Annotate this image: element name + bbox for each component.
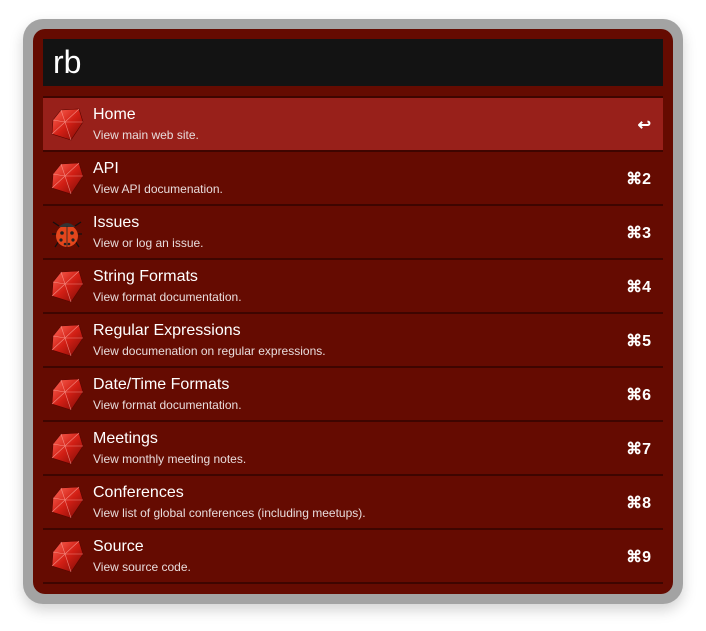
shortcut-label: ⌘2 (626, 171, 651, 188)
result-item[interactable]: Source View source code. ⌘9 (43, 528, 663, 584)
shortcut-label: ⌘5 (626, 333, 651, 350)
result-title: Meetings (93, 430, 158, 447)
result-item[interactable]: Meetings View monthly meeting notes. ⌘7 (43, 420, 663, 474)
shortcut-label: ↩ (637, 117, 651, 134)
result-item[interactable]: Regular Expressions View documenation on… (43, 312, 663, 366)
result-title: Regular Expressions (93, 322, 241, 339)
result-title: API (93, 160, 119, 177)
result-item[interactable]: Conferences View list of global conferen… (43, 474, 663, 528)
ruby-icon (49, 322, 85, 358)
result-subtitle: View format documentation. (93, 290, 242, 304)
result-title: Issues (93, 214, 140, 231)
result-title: Date/Time Formats (93, 376, 230, 393)
shortcut-label: ⌘6 (626, 387, 651, 404)
result-title: Conferences (93, 484, 184, 501)
shortcut-label: ⌘9 (626, 549, 651, 566)
ruby-icon (49, 160, 85, 196)
result-item[interactable]: API View API documenation. ⌘2 (43, 150, 663, 204)
result-title: Source (93, 538, 144, 555)
result-subtitle: View API documenation. (93, 182, 223, 196)
result-item[interactable]: Home View main web site. ↩ (43, 96, 663, 150)
result-subtitle: View list of global conferences (includi… (93, 506, 366, 520)
ruby-icon (49, 484, 85, 520)
result-subtitle: View documenation on regular expressions… (93, 344, 326, 358)
result-subtitle: View format documentation. (93, 398, 242, 412)
result-item[interactable]: String Formats View format documentation… (43, 258, 663, 312)
shortcut-label: ⌘7 (626, 441, 651, 458)
shortcut-label: ⌘3 (626, 225, 651, 242)
ruby-icon (49, 376, 85, 412)
ruby-icon (49, 430, 85, 466)
result-subtitle: View main web site. (93, 128, 199, 142)
ruby-icon (49, 106, 85, 142)
result-title: String Formats (93, 268, 198, 285)
ruby-icon (49, 268, 85, 304)
launcher-panel: rb Home View main web site. ↩ API View A… (33, 29, 673, 594)
ladybug-icon (49, 214, 85, 250)
result-subtitle: View source code. (93, 560, 191, 574)
result-title: Home (93, 106, 136, 123)
result-subtitle: View or log an issue. (93, 236, 204, 250)
result-item[interactable]: Date/Time Formats View format documentat… (43, 366, 663, 420)
ruby-icon (49, 538, 85, 574)
result-item[interactable]: Issues View or log an issue. ⌘3 (43, 204, 663, 258)
result-subtitle: View monthly meeting notes. (93, 452, 247, 466)
results-list: Home View main web site. ↩ API View API … (43, 96, 663, 584)
launcher-window: rb Home View main web site. ↩ API View A… (23, 19, 683, 604)
search-input[interactable]: rb (43, 39, 663, 86)
shortcut-label: ⌘8 (626, 495, 651, 512)
shortcut-label: ⌘4 (626, 279, 651, 296)
